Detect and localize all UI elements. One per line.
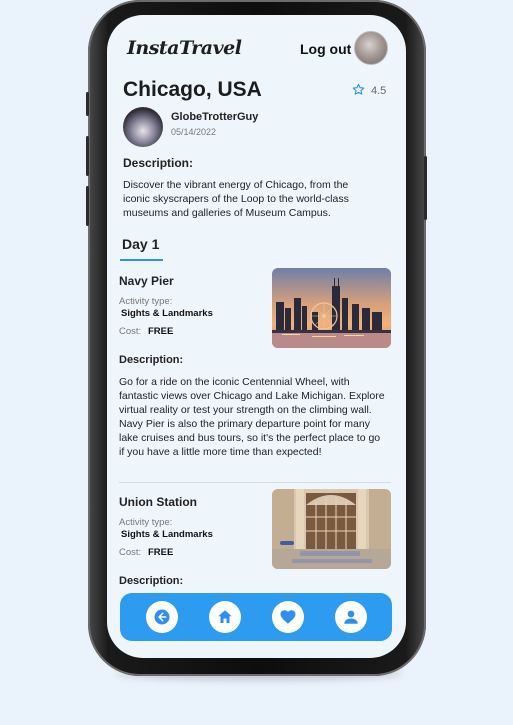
phone-volume-down — [86, 186, 89, 226]
back-arrow-icon — [154, 609, 169, 625]
activity-type-label: Activity type: — [119, 517, 173, 528]
activity-type: Sights & Landmarks — [121, 308, 213, 319]
activity-image-union-station[interactable] — [272, 489, 391, 569]
activity-description-heading: Description: — [119, 575, 184, 587]
bottom-nav — [120, 593, 392, 641]
description-heading: Description: — [123, 156, 194, 170]
nav-favorites-button[interactable] — [271, 601, 304, 633]
nav-home-button[interactable] — [208, 601, 241, 633]
activity-description-heading: Description: — [119, 354, 184, 366]
activity-name: Union Station — [119, 495, 197, 509]
rating: 4.5 — [352, 83, 386, 99]
activity-description: Go for a ride on the iconic Centennial W… — [119, 376, 385, 458]
activity-cost: FREE — [148, 326, 174, 337]
tab-active-indicator — [120, 259, 163, 261]
page-title: Chicago, USA — [123, 78, 262, 101]
activity-name: Navy Pier — [119, 274, 174, 288]
activity-card: Union Station Activity type: Sights & La… — [119, 489, 391, 595]
activity-cost-label: Cost: — [119, 547, 142, 558]
activity-image-navy-pier[interactable] — [272, 268, 391, 348]
profile-icon — [343, 610, 358, 624]
author-name[interactable]: GlobeTrotterGuy — [171, 111, 258, 123]
heart-icon — [280, 610, 295, 624]
author-avatar[interactable] — [123, 107, 163, 147]
app-logo: InstaTravel — [127, 37, 242, 59]
activity-card: Navy Pier Activity type: Sights & Landma… — [119, 268, 391, 474]
rating-value: 4.5 — [371, 85, 387, 97]
activity-type-label: Activity type: — [119, 296, 173, 307]
activity-type: Sights & Landmarks — [121, 529, 213, 540]
star-icon[interactable] — [352, 83, 365, 99]
home-icon — [217, 610, 232, 623]
activity-cost: FREE — [148, 547, 174, 558]
activity-cost-label: Cost: — [119, 326, 142, 337]
activity-divider — [119, 482, 391, 483]
nav-profile-button[interactable] — [334, 601, 367, 633]
description-text: Discover the vibrant energy of Chicago, … — [123, 179, 349, 219]
phone-power-button — [424, 156, 427, 220]
user-avatar[interactable] — [354, 31, 388, 65]
app-screen: InstaTravel Log out Chicago, USA 4.5 Glo… — [107, 15, 406, 658]
phone-volume-up — [86, 136, 89, 176]
phone-mute-switch — [86, 92, 89, 116]
tab-day-1[interactable]: Day 1 — [122, 236, 159, 252]
post-date: 05/14/2022 — [171, 127, 217, 137]
logout-button[interactable]: Log out — [300, 41, 351, 57]
nav-back-button[interactable] — [145, 601, 178, 633]
